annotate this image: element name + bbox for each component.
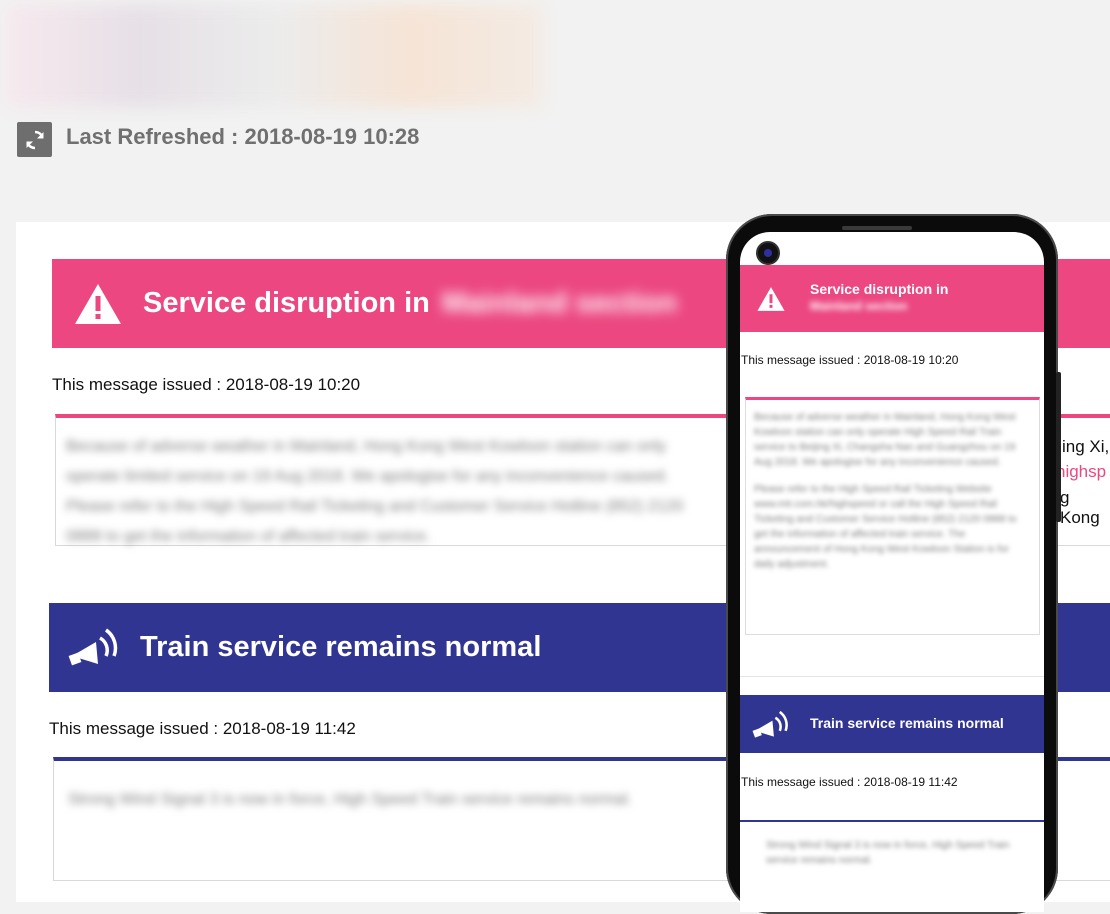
warning-triangle-icon xyxy=(75,283,121,324)
phone-message-body-a: Because of adverse weather in Mainland, … xyxy=(754,412,1016,468)
megaphone-icon xyxy=(68,628,118,665)
phone-screen: Service disruption in Mainland section T… xyxy=(740,232,1044,912)
megaphone-icon xyxy=(752,710,788,738)
message-title-region: Mainland section xyxy=(441,287,678,319)
phone-message-title: Train service remains normal xyxy=(810,715,1004,731)
phone-camera xyxy=(756,241,780,265)
refresh-icon xyxy=(25,130,44,149)
phone-message-body-box: Because of adverse weather in Mainland, … xyxy=(745,397,1040,635)
phone-message-body-b: Please refer to the High Speed Rail Tick… xyxy=(754,484,1017,570)
phone-message-issued: This message issued : 2018-08-19 11:42 xyxy=(741,775,958,789)
warning-triangle-icon xyxy=(757,287,785,311)
message-issued-time: This message issued : 2018-08-19 10:20 xyxy=(52,375,361,394)
logo-banner xyxy=(6,4,544,108)
last-refreshed-label: Last Refreshed : 2018-08-19 10:28 xyxy=(66,124,420,149)
message-body: Because of adverse weather in Mainland, … xyxy=(66,438,684,545)
phone-side-button xyxy=(1056,372,1061,522)
phone-message-title-region: Mainland section xyxy=(810,299,908,313)
refresh-button[interactable] xyxy=(17,122,52,157)
message-title: Service disruption in xyxy=(143,287,430,319)
phone-banner-normal: Train service remains normal xyxy=(740,695,1044,753)
message-issued-time: This message issued : 2018-08-19 11:42 xyxy=(49,719,356,738)
phone-message-title: Service disruption in xyxy=(810,281,949,297)
message-body-peek-1: ing Xi, xyxy=(1062,437,1110,456)
phone-message-body: Strong Wind Signal 3 is now in force, Hi… xyxy=(766,840,1010,866)
phone-divider xyxy=(740,676,1044,677)
message-body-peek-3: g Kong xyxy=(1060,488,1100,527)
phone-message-body-box: Strong Wind Signal 3 is now in force, Hi… xyxy=(740,820,1044,912)
phone-banner-disruption: Service disruption in Mainland section xyxy=(740,265,1044,332)
message-body-peek-link[interactable]: highsp xyxy=(1056,462,1106,482)
phone-message-issued: This message issued : 2018-08-19 10:20 xyxy=(741,353,959,367)
message-title: Train service remains normal xyxy=(140,631,542,663)
phone-speaker xyxy=(842,226,912,230)
